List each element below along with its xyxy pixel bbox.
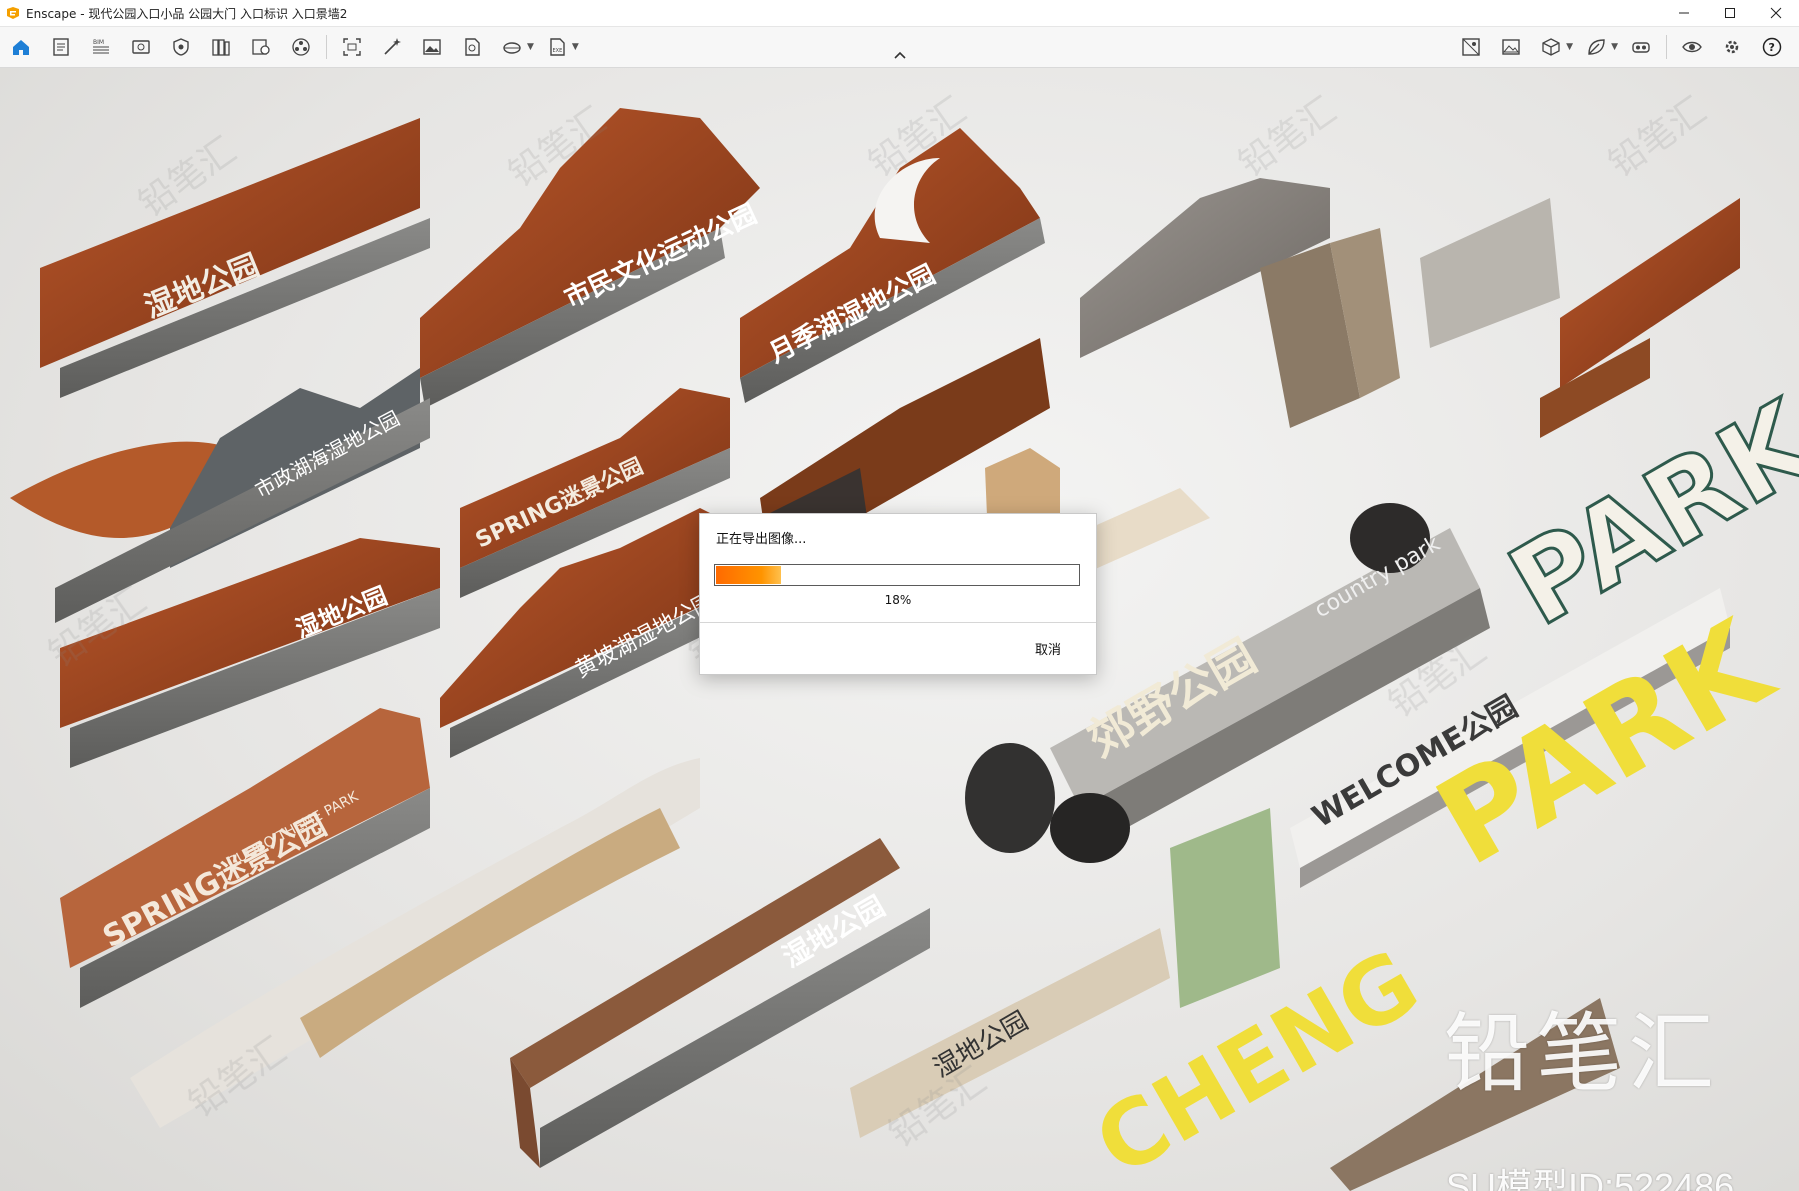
- image-button[interactable]: [415, 30, 449, 64]
- asset-icon: [292, 38, 310, 56]
- dialog-title: 正在导出图像...: [716, 532, 807, 547]
- eye-button[interactable]: [1675, 30, 1709, 64]
- export-progress-dialog: 正在导出图像... 18% 取消: [699, 513, 1097, 675]
- sign-13-text: PARK: [1489, 375, 1799, 651]
- sign-rusty-gate-right: [1540, 198, 1740, 438]
- svg-text:?: ?: [1769, 41, 1775, 54]
- minimize-icon: [1679, 12, 1689, 14]
- panorama-icon: [503, 42, 521, 54]
- toolbar-left-group: BIM ▼ EXE ▼: [4, 27, 585, 67]
- notes-button[interactable]: [44, 30, 78, 64]
- settings-icon: [1725, 40, 1739, 54]
- close-icon: [1770, 7, 1782, 19]
- vr-headset-button[interactable]: [1624, 30, 1658, 64]
- home-button[interactable]: [4, 30, 38, 64]
- exe-label: EXE: [552, 48, 562, 54]
- chevron-up-icon: [894, 51, 906, 59]
- eye-icon: [1682, 41, 1702, 53]
- material-button[interactable]: [244, 30, 278, 64]
- sign-civic-culture-park: 市民文化运动公园: [420, 108, 761, 408]
- views-icon: [132, 40, 150, 54]
- visual-settings-button[interactable]: [1454, 30, 1488, 64]
- bim-label: BIM: [93, 39, 104, 46]
- window-title: Enscape - 现代公园入口小品 公园大门 入口标识 入口景墙2: [26, 6, 348, 21]
- panorama-button[interactable]: [495, 30, 529, 64]
- asset-button[interactable]: [284, 30, 318, 64]
- close-button[interactable]: [1753, 0, 1799, 26]
- security-button[interactable]: [164, 30, 198, 64]
- title-bar: Enscape - 现代公园入口小品 公园大门 入口标识 入口景墙2: [0, 0, 1799, 27]
- visual-settings-icon: [1462, 38, 1480, 56]
- minimize-button[interactable]: [1661, 0, 1707, 26]
- toolbar-separator: [1666, 35, 1667, 59]
- sign-stone-wave-wall: [1080, 178, 1560, 428]
- bim-button[interactable]: BIM: [84, 30, 118, 64]
- leaf-icon: [1588, 39, 1605, 55]
- maximize-button[interactable]: [1707, 0, 1753, 26]
- cancel-button[interactable]: 取消: [1016, 634, 1080, 662]
- export-document-button[interactable]: [455, 30, 489, 64]
- image-gallery-icon: [1502, 39, 1520, 55]
- watermark-model-id: SU模型ID:522486: [1446, 1166, 1735, 1191]
- security-icon: [173, 38, 189, 56]
- vr-headset-icon: [1632, 42, 1650, 53]
- magic-wand-icon: [384, 38, 401, 55]
- help-icon: ?: [1762, 37, 1782, 57]
- bim-icon: BIM: [93, 39, 109, 54]
- maximize-icon: [1725, 8, 1735, 18]
- svg-text:铅笔汇: 铅笔汇: [1602, 90, 1714, 186]
- cube-view-icon: [1542, 38, 1560, 56]
- settings-button[interactable]: [1715, 30, 1749, 64]
- watermark-brand: 铅笔汇: [1444, 1004, 1720, 1104]
- svg-text:铅笔汇: 铅笔汇: [1232, 90, 1344, 186]
- progress-bar-fill: [716, 566, 782, 584]
- toolbar-collapse-button[interactable]: [890, 48, 910, 62]
- image-icon: [423, 39, 441, 55]
- help-button[interactable]: ?: [1755, 30, 1789, 64]
- screenshot-icon: [343, 38, 361, 56]
- image-gallery-button[interactable]: [1494, 30, 1528, 64]
- notes-icon: [53, 38, 69, 56]
- library-button[interactable]: [204, 30, 238, 64]
- exe-export-button[interactable]: EXE: [540, 30, 574, 64]
- progress-percent-label: 18%: [884, 593, 912, 607]
- export-document-icon: [465, 38, 480, 56]
- progress-bar: [714, 564, 1080, 586]
- toolbar-right-group: ▼ ▼ ?: [1454, 27, 1795, 67]
- toolbar-separator: [326, 35, 327, 59]
- enscape-logo-icon: [7, 7, 19, 19]
- screenshot-button[interactable]: [335, 30, 369, 64]
- cube-view-button[interactable]: [1534, 30, 1568, 64]
- window-controls: [1661, 0, 1799, 26]
- library-icon: [212, 39, 230, 56]
- home-icon: [13, 40, 29, 55]
- dialog-divider: [700, 622, 1096, 623]
- material-icon: [252, 39, 270, 55]
- exe-export-icon: EXE: [550, 38, 565, 56]
- magic-wand-button[interactable]: [375, 30, 409, 64]
- leaf-button[interactable]: [1579, 30, 1613, 64]
- views-button[interactable]: [124, 30, 158, 64]
